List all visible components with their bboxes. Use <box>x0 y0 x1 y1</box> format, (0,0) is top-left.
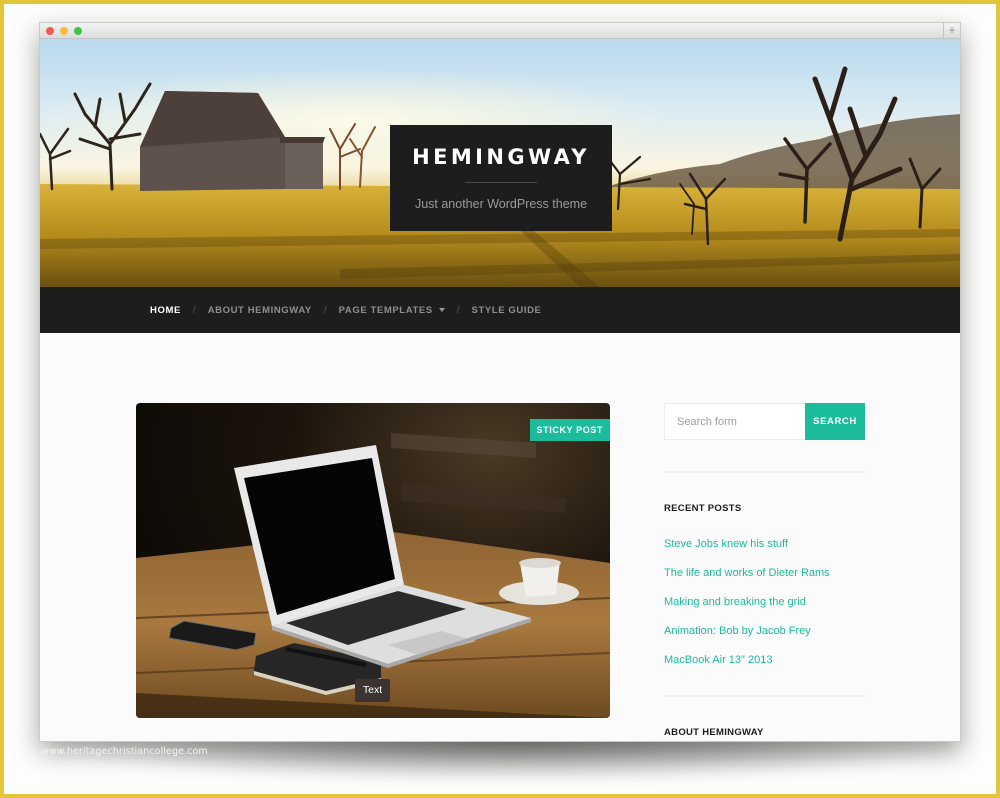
recent-post-link[interactable]: Steve Jobs knew his stuff <box>664 538 788 550</box>
widget-divider <box>664 471 866 473</box>
nav-item-home[interactable]: HOME <box>150 305 181 316</box>
browser-window: + HEMINGWAY Just another WordPress theme… <box>39 22 961 742</box>
list-item: The life and works of Dieter Rams <box>664 564 866 593</box>
search-form: SEARCH <box>664 403 866 440</box>
search-button[interactable]: SEARCH <box>805 403 865 440</box>
header-image: HEMINGWAY Just another WordPress theme <box>40 39 960 287</box>
widget-divider <box>664 695 866 697</box>
list-item: Steve Jobs knew his stuff <box>664 535 866 564</box>
main-navigation: HOME / ABOUT HEMINGWAY / PAGE TEMPLATES … <box>40 287 960 333</box>
minimize-window-icon[interactable] <box>60 27 68 35</box>
recent-posts-title: RECENT POSTS <box>664 503 742 514</box>
sticky-post-badge: STICKY POST <box>529 419 610 441</box>
site-title[interactable]: HEMINGWAY <box>390 145 612 169</box>
recent-post-link[interactable]: Making and breaking the grid <box>664 596 806 608</box>
watermark: www.heritagechristiancollege.com <box>41 746 208 757</box>
list-item: Animation: Bob by Jacob Frey <box>664 622 866 651</box>
recent-post-link[interactable]: The life and works of Dieter Rams <box>664 567 830 579</box>
title-divider <box>465 182 537 183</box>
laptop-photo <box>136 433 610 718</box>
about-widget-title: ABOUT HEMINGWAY <box>664 727 764 738</box>
close-window-icon[interactable] <box>46 27 54 35</box>
nav-item-about-hemingway[interactable]: ABOUT HEMINGWAY <box>208 305 312 316</box>
nav-separator: / <box>456 304 460 316</box>
nav-separator: / <box>192 304 196 316</box>
site-tagline: Just another WordPress theme <box>414 197 588 211</box>
nav-item-style-guide[interactable]: STYLE GUIDE <box>472 305 542 316</box>
browser-titlebar: + <box>40 23 960 39</box>
recent-post-link[interactable]: MacBook Air 13″ 2013 <box>664 654 772 666</box>
nav-separator: / <box>323 304 327 316</box>
featured-image[interactable]: STICKY POST Text <box>136 403 610 718</box>
caret-down-icon <box>438 308 445 312</box>
list-item: MacBook Air 13″ 2013 <box>664 651 866 680</box>
maximize-window-icon[interactable] <box>74 27 82 35</box>
tooltip: Text <box>355 679 390 702</box>
recent-post-link[interactable]: Animation: Bob by Jacob Frey <box>664 625 811 637</box>
recent-posts-list: Steve Jobs knew his stuff The life and w… <box>664 535 866 680</box>
nav-item-page-templates[interactable]: PAGE TEMPLATES <box>339 305 445 316</box>
site-branding: HEMINGWAY Just another WordPress theme <box>390 125 612 231</box>
new-tab-icon[interactable]: + <box>943 23 960 39</box>
search-input[interactable] <box>664 403 805 440</box>
sidebar: SEARCH RECENT POSTS Steve Jobs knew his … <box>664 403 866 738</box>
nav-item-label: PAGE TEMPLATES <box>338 304 433 316</box>
list-item: Making and breaking the grid <box>664 593 866 622</box>
